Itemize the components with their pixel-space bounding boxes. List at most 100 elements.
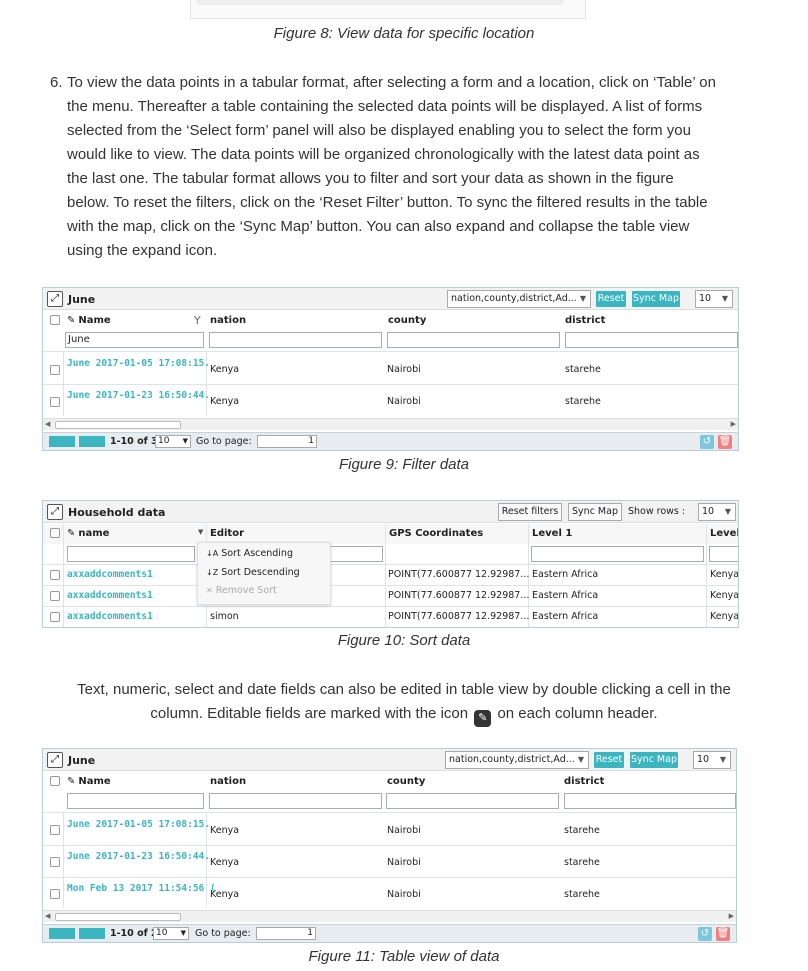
name-filter-input[interactable]: June	[65, 332, 204, 348]
select-all-checkbox[interactable]	[50, 528, 60, 538]
remove-sort-item[interactable]: ✕ Remove Sort	[206, 585, 277, 596]
reset-filters-button[interactable]: Reset filters	[498, 503, 562, 521]
trash-icon[interactable]: 🗑	[716, 927, 730, 941]
name-filter-input[interactable]	[67, 793, 204, 809]
scroll-left-icon[interactable]: ◀	[45, 420, 50, 428]
name-filter-input[interactable]	[67, 546, 195, 562]
expand-icon[interactable]: ⤢	[47, 504, 63, 520]
level-filter-input[interactable]	[709, 546, 738, 562]
column-menu-arrow-icon[interactable]: ▼	[198, 528, 203, 536]
scrollbar-thumb[interactable]	[55, 421, 181, 429]
prev-page-button[interactable]	[79, 928, 105, 939]
col-header-gps[interactable]: GPS Coordinates	[389, 528, 483, 539]
prev-page-button[interactable]	[79, 436, 105, 447]
row-level: Kenya	[710, 590, 739, 601]
trash-icon[interactable]: 🗑	[718, 435, 732, 449]
col-header-district[interactable]: district	[564, 776, 604, 787]
col-header-name[interactable]: ✎ Name	[67, 776, 111, 787]
expand-icon[interactable]: ⤢	[47, 291, 63, 307]
row-name-link[interactable]: axxaddcomments1	[67, 611, 153, 622]
nation-filter-input[interactable]	[209, 332, 382, 348]
expand-icon[interactable]: ⤢	[47, 752, 63, 768]
row-checkbox[interactable]	[50, 857, 60, 867]
rows-select[interactable]: 10 ▼	[698, 503, 736, 521]
col-header-name[interactable]: ✎ Name	[67, 315, 111, 326]
sort-menu: ↓A Sort Ascending ↓Z Sort Descending ✕ R…	[197, 542, 331, 605]
row-level1: Eastern Africa	[532, 569, 599, 580]
col-header-county[interactable]: county	[387, 776, 425, 787]
page-size-select[interactable]: 10 ▼	[155, 435, 191, 448]
row-checkbox[interactable]	[50, 570, 60, 580]
sort-descending-item[interactable]: ↓Z Sort Descending	[206, 567, 300, 578]
sync-map-button[interactable]: Sync Map	[568, 503, 622, 521]
row-name-link[interactable]: Mon Feb 13 2017 11:54:56 (	[67, 883, 216, 894]
row-nation: Kenya	[210, 857, 240, 868]
row-checkbox[interactable]	[50, 889, 60, 899]
sort-ascending-label: Sort Ascending	[221, 548, 293, 559]
chevron-down-icon: ▼	[577, 755, 584, 764]
first-page-button[interactable]	[49, 436, 75, 447]
horizontal-scrollbar[interactable]: ◀ ▶	[43, 418, 738, 430]
row-name-link[interactable]: June 2017-01-23 16:50:44.	[67, 390, 210, 401]
col-header-nation[interactable]: nation	[210, 315, 246, 326]
filter-icon[interactable]: Y	[194, 314, 201, 327]
sort-ascending-item[interactable]: ↓A Sort Ascending	[206, 548, 293, 559]
reset-button[interactable]: Reset	[596, 291, 626, 307]
row-name-link[interactable]: June 2017-01-05 17:08:15.	[67, 819, 210, 830]
row-checkbox[interactable]	[50, 612, 60, 622]
row-checkbox[interactable]	[50, 397, 60, 407]
history-icon[interactable]: ↺	[700, 435, 714, 449]
goto-page-input[interactable]: 1	[256, 927, 316, 940]
select-all-checkbox[interactable]	[50, 315, 60, 325]
sync-map-button[interactable]: Sync Map	[632, 291, 680, 307]
scrollbar-thumb[interactable]	[55, 913, 181, 921]
row-divider	[43, 585, 738, 586]
col-header-county[interactable]: county	[388, 315, 426, 326]
district-filter-input[interactable]	[564, 793, 736, 809]
step-number: 6.	[50, 74, 63, 91]
sync-map-button[interactable]: Sync Map	[630, 752, 678, 768]
editor-filter-input[interactable]	[323, 546, 383, 562]
row-checkbox[interactable]	[50, 591, 60, 601]
horizontal-scrollbar[interactable]: ◀ ▶	[43, 910, 736, 922]
col-header-district[interactable]: district	[565, 315, 605, 326]
first-page-button[interactable]	[49, 928, 75, 939]
row-name-link[interactable]: June 2017-01-05 17:08:15.	[67, 358, 210, 369]
row-name-link[interactable]: axxaddcomments1	[67, 590, 153, 601]
row-gps: POINT(77.600877 12.92987...	[388, 569, 530, 580]
columns-select[interactable]: nation,county,district,Ad... ▼	[447, 290, 591, 308]
page-size-select[interactable]: 10 ▼	[153, 927, 189, 940]
columns-select-value: nation,county,district,Ad...	[451, 293, 577, 304]
columns-select[interactable]: nation,county,district,Ad... ▼	[445, 751, 589, 769]
scroll-left-icon[interactable]: ◀	[45, 912, 50, 920]
col-header-level[interactable]: Level	[710, 528, 738, 539]
district-filter-input[interactable]	[565, 332, 738, 348]
scroll-right-icon[interactable]: ▶	[731, 420, 736, 428]
row-checkbox[interactable]	[50, 365, 60, 375]
row-district: starehe	[565, 364, 601, 375]
row-checkbox[interactable]	[50, 825, 60, 835]
reset-button[interactable]: Reset	[594, 752, 624, 768]
row-district: starehe	[565, 396, 601, 407]
select-all-checkbox[interactable]	[50, 776, 60, 786]
row-nation: Kenya	[210, 889, 240, 900]
nation-filter-input[interactable]	[209, 793, 382, 809]
table-title: Household data	[68, 506, 166, 519]
row-name-link[interactable]: June 2017-01-23 16:50:44.	[67, 851, 210, 862]
level1-filter-input[interactable]	[531, 546, 704, 562]
county-filter-input[interactable]	[387, 332, 560, 348]
rows-select-value: 10	[697, 754, 710, 765]
col-header-nation[interactable]: nation	[210, 776, 246, 787]
county-filter-input[interactable]	[386, 793, 559, 809]
row-divider	[43, 845, 736, 846]
col-header-editor[interactable]: Editor	[210, 528, 244, 539]
rows-select[interactable]: 10 ▼	[693, 751, 731, 769]
rows-select[interactable]: 10 ▼	[695, 290, 733, 308]
row-nation: Kenya	[210, 364, 240, 375]
scroll-right-icon[interactable]: ▶	[729, 912, 734, 920]
col-header-name[interactable]: ✎ name	[67, 528, 109, 539]
goto-page-input[interactable]: 1	[257, 435, 317, 448]
row-name-link[interactable]: axxaddcomments1	[67, 569, 153, 580]
col-header-level1[interactable]: Level 1	[532, 528, 572, 539]
history-icon[interactable]: ↺	[698, 927, 712, 941]
